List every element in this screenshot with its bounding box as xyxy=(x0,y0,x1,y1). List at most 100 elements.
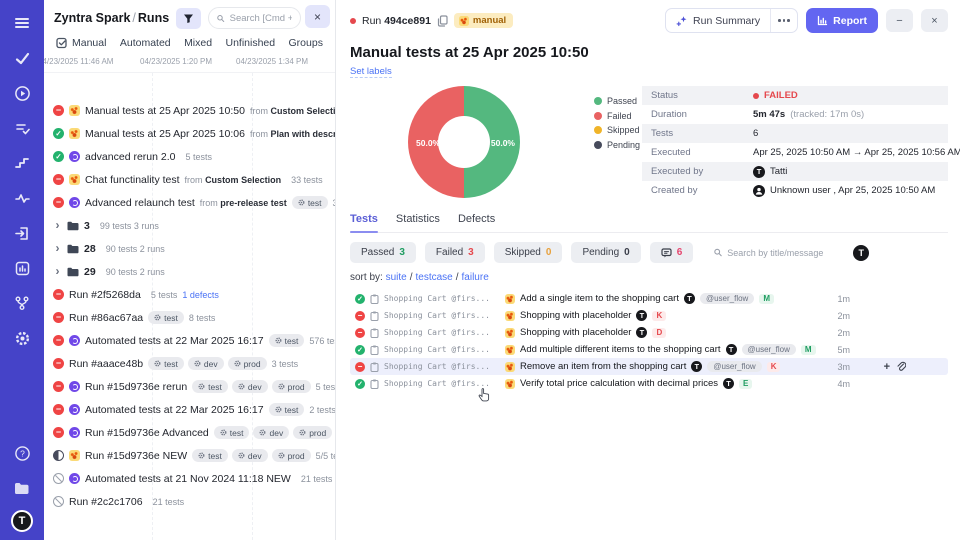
help-icon[interactable]: ? xyxy=(9,440,35,466)
run-list-item[interactable]: Run #15d9736e Advanced testdevprod 4 tes… xyxy=(44,421,335,444)
test-title[interactable]: Shopping with placeholder xyxy=(520,327,631,338)
test-title[interactable]: Add a single item to the shopping cart xyxy=(520,293,679,304)
run-list-item[interactable]: 28 90 tests 2 runs xyxy=(44,237,335,260)
run-list-item[interactable]: Run #15d9736e NEW testdevprod 5/5 tests xyxy=(44,444,335,467)
user-avatar[interactable]: T xyxy=(11,510,33,532)
assignee-filter-avatar[interactable]: T xyxy=(853,245,869,261)
comment-icon xyxy=(661,248,672,258)
row-hover-actions[interactable]: + xyxy=(884,361,906,373)
check-icon[interactable] xyxy=(9,45,35,71)
run-source: from pre-release test xyxy=(200,198,287,208)
report-chart-icon[interactable] xyxy=(9,255,35,281)
branch-icon[interactable] xyxy=(9,290,35,316)
env-badge: test xyxy=(269,403,305,416)
run-status-icon xyxy=(53,358,64,369)
tests-search[interactable] xyxy=(710,242,838,263)
play-circle-icon[interactable] xyxy=(9,80,35,106)
run-title: Automated tests at 22 Mar 2025 16:17 xyxy=(85,404,264,416)
breadcrumb-project[interactable]: Zyntra Spark xyxy=(54,11,130,25)
run-list-item[interactable]: advanced rerun 2.0 5 tests xyxy=(44,145,335,168)
run-title: Chat functinality test xyxy=(85,174,180,186)
run-list-item[interactable]: Run #aaace48b testdevprod 3 tests xyxy=(44,352,335,375)
activity-icon[interactable] xyxy=(9,185,35,211)
runs-filter-tab[interactable]: Manual xyxy=(72,37,106,49)
menu-icon[interactable] xyxy=(9,10,35,36)
sort-link-testcase[interactable]: testcase xyxy=(415,272,452,283)
test-row[interactable]: Shopping Cart @firs... Add multiple diff… xyxy=(350,341,948,358)
env-badge: test xyxy=(192,380,228,393)
detail-tab[interactable]: Tests xyxy=(350,213,378,232)
run-list-item[interactable]: Manual tests at 25 Apr 2025 10:06 from P… xyxy=(44,122,335,145)
test-suite[interactable]: Shopping Cart @firs... xyxy=(384,311,500,320)
env-badge: test xyxy=(269,334,305,347)
test-title[interactable]: Add multiple different items to the shop… xyxy=(520,344,721,355)
run-list-item[interactable]: Advanced relaunch test from pre-release … xyxy=(44,191,335,214)
test-row[interactable]: Shopping Cart @firs... Shopping with pla… xyxy=(350,324,948,341)
select-checkbox-icon[interactable] xyxy=(56,37,68,49)
run-list-item[interactable]: Run #86ac67aa test 8 tests xyxy=(44,306,335,329)
detail-tab[interactable]: Statistics xyxy=(396,213,440,232)
settings-gear-icon[interactable] xyxy=(9,325,35,351)
attachment-icon[interactable] xyxy=(896,361,906,372)
list-check-icon[interactable] xyxy=(9,115,35,141)
run-defects-link[interactable]: 1 defects xyxy=(182,290,219,300)
test-row[interactable]: Shopping Cart @firs... Shopping with pla… xyxy=(350,307,948,324)
close-button[interactable]: × xyxy=(921,9,948,32)
more-options-button[interactable] xyxy=(770,9,797,32)
status-filter-pill[interactable]: Passed3 xyxy=(350,242,416,263)
test-suite[interactable]: Shopping Cart @firs... xyxy=(384,362,500,371)
run-list-item[interactable]: Run #2f5268da 5 tests 1 defects xyxy=(44,283,335,306)
status-filter-pill[interactable]: Pending0 xyxy=(571,242,640,263)
import-icon[interactable] xyxy=(9,220,35,246)
detail-tabs: Tests Statistics Defects xyxy=(350,213,948,233)
test-suite[interactable]: Shopping Cart @firs... xyxy=(384,379,500,388)
test-title[interactable]: Verify total price calculation with deci… xyxy=(520,378,718,389)
test-title[interactable]: Shopping with placeholder xyxy=(520,310,631,321)
projects-folder-icon[interactable] xyxy=(9,475,35,501)
sort-link-failure[interactable]: failure xyxy=(462,272,489,283)
test-suite[interactable]: Shopping Cart @firs... xyxy=(384,345,500,354)
add-icon[interactable]: + xyxy=(884,361,890,373)
run-list-item[interactable]: Automated tests at 21 Nov 2024 11:18 NEW… xyxy=(44,467,335,490)
donut-label-passed: 50.0% xyxy=(491,138,515,148)
run-list-item[interactable]: Automated tests at 22 Mar 2025 16:17 tes… xyxy=(44,398,335,421)
test-row[interactable]: Shopping Cart @firs... Remove an item fr… xyxy=(350,358,948,375)
panel-close-button[interactable]: × xyxy=(305,5,330,28)
set-labels-link[interactable]: Set labels xyxy=(350,66,392,78)
runs-search[interactable] xyxy=(208,7,301,29)
status-filter-pill[interactable]: Failed3 xyxy=(425,242,485,263)
run-list-item[interactable]: Chat functinality test from Custom Selec… xyxy=(44,168,335,191)
runs-filter-tab[interactable]: Unfinished xyxy=(225,37,275,49)
detail-tab[interactable]: Defects xyxy=(458,213,495,232)
legend-dot xyxy=(594,126,602,134)
search-icon xyxy=(217,14,225,23)
runs-filter-tab[interactable]: Groups xyxy=(289,37,323,49)
test-suite[interactable]: Shopping Cart @firs... xyxy=(384,294,500,303)
sort-link-suite[interactable]: suite xyxy=(386,272,407,283)
run-list-item[interactable]: 29 90 tests 2 runs xyxy=(44,260,335,283)
status-filter-pill[interactable]: Skipped0 xyxy=(494,242,563,263)
steps-icon[interactable] xyxy=(9,150,35,176)
run-list-item[interactable]: Run #15d9736e rerun testdevprod 5 tests xyxy=(44,375,335,398)
run-summary-button[interactable]: Run Summary xyxy=(666,9,770,32)
report-button[interactable]: Report xyxy=(806,8,878,33)
runs-search-input[interactable] xyxy=(230,13,292,24)
test-title[interactable]: Remove an item from the shopping cart xyxy=(520,361,686,372)
test-row[interactable]: Shopping Cart @firs... Add a single item… xyxy=(350,290,948,307)
filter-button[interactable] xyxy=(176,8,201,29)
run-list-item[interactable]: Automated tests at 22 Mar 2025 16:17 tes… xyxy=(44,329,335,352)
runs-filter-tab[interactable]: Automated xyxy=(120,37,171,49)
run-title: Run #15d9736e Advanced xyxy=(85,427,209,439)
minimize-button[interactable]: − xyxy=(886,9,913,32)
breadcrumb-section[interactable]: Runs xyxy=(138,11,169,25)
copy-icon[interactable] xyxy=(437,15,448,27)
run-list-item[interactable]: 3 99 tests 3 runs xyxy=(44,214,335,237)
run-list-item[interactable]: Run #2c2c1706 21 tests xyxy=(44,490,335,513)
comments-filter-pill[interactable]: 6 xyxy=(650,242,694,263)
test-suite[interactable]: Shopping Cart @firs... xyxy=(384,328,500,337)
run-list-item[interactable]: Manual tests at 25 Apr 2025 10:50 from C… xyxy=(44,99,335,122)
test-row[interactable]: Shopping Cart @firs... Verify total pric… xyxy=(350,375,948,392)
tests-search-input[interactable] xyxy=(727,248,834,258)
runs-filter-tab[interactable]: Mixed xyxy=(184,37,212,49)
person-icon xyxy=(753,185,765,197)
